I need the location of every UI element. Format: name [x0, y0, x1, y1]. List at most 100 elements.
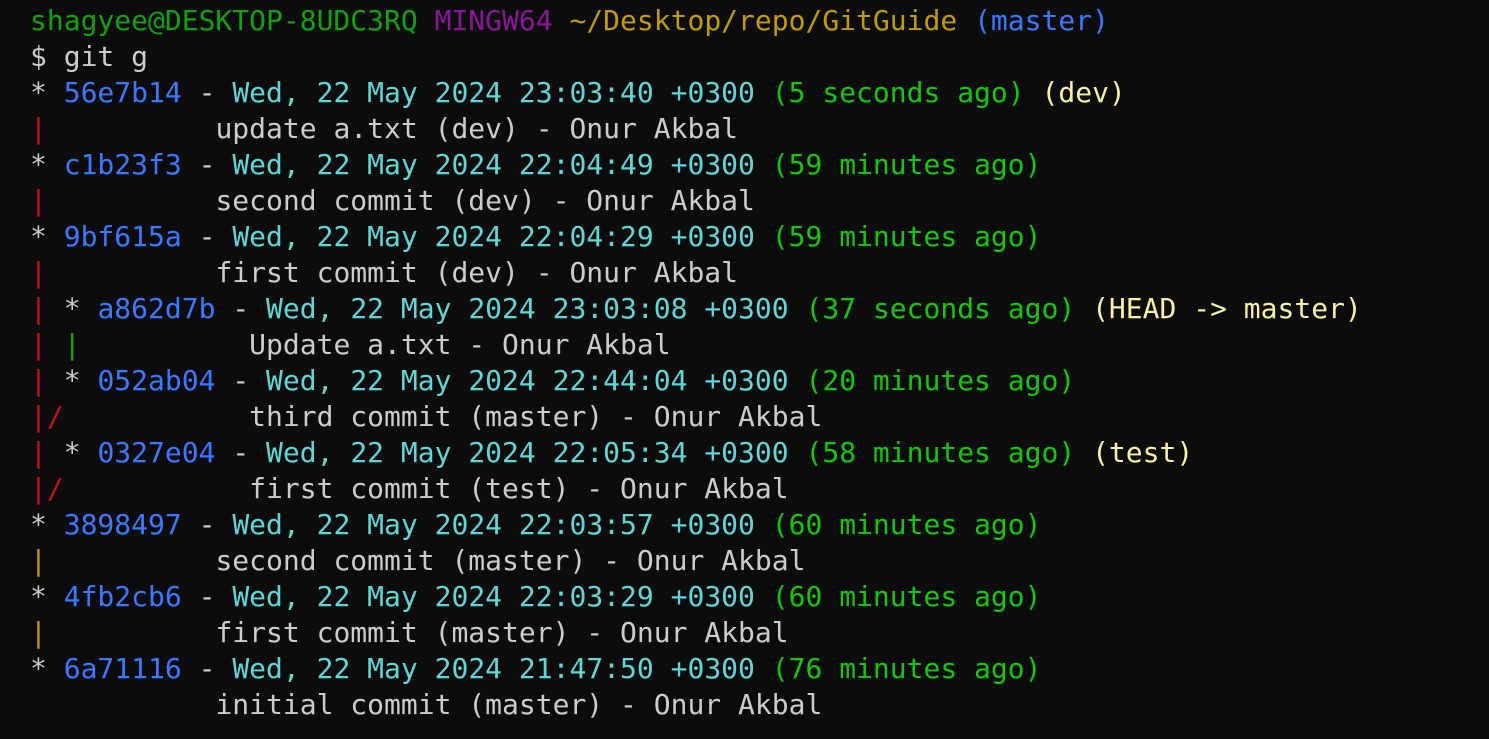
separator-dash: -: [198, 148, 216, 181]
commit-date: Wed, 22 May 2024 22:04:49 +0300: [232, 148, 755, 181]
terminal-screen[interactable]: shagyee@DESKTOP-8UDC3RQ MINGW64 ~/Deskto…: [30, 3, 1480, 723]
commit-relative-time: (37 seconds ago): [805, 292, 1076, 325]
prompt-shell: MINGW64: [434, 4, 553, 37]
command-text[interactable]: git g: [64, 40, 148, 73]
terminal-window[interactable]: shagyee@DESKTOP-8UDC3RQ MINGW64 ~/Deskto…: [0, 0, 1489, 739]
log-commit-line: | * 0327e04 - Wed, 22 May 2024 22:05:34 …: [30, 435, 1480, 471]
separator-dash: -: [232, 364, 250, 397]
commit-date: Wed, 22 May 2024 23:03:08 +0300: [266, 292, 789, 325]
log-message-line: | first commit (dev) - Onur Akbal: [30, 255, 1480, 291]
log-message-line: | second commit (master) - Onur Akbal: [30, 543, 1480, 579]
log-commit-line: | * a862d7b - Wed, 22 May 2024 23:03:08 …: [30, 291, 1480, 327]
log-commit-line: * 6a71116 - Wed, 22 May 2024 21:47:50 +0…: [30, 651, 1480, 687]
separator-dash: -: [198, 220, 216, 253]
commit-date: Wed, 22 May 2024 22:03:29 +0300: [232, 580, 755, 613]
graph-star: *: [63, 292, 81, 325]
separator-dash: -: [198, 76, 216, 109]
separator-dash: -: [232, 292, 250, 325]
commit-relative-time: (60 minutes ago): [771, 508, 1042, 541]
commit-message: third commit (master) - Onur Akbal: [249, 400, 823, 433]
command-line[interactable]: $ git g: [30, 39, 1480, 75]
graph-pipe: |: [30, 472, 47, 505]
graph-pipe: |: [30, 364, 47, 397]
commit-refs: (test): [1092, 436, 1194, 469]
log-message-line: initial commit (master) - Onur Akbal: [30, 687, 1480, 723]
commit-message: second commit (dev) - Onur Akbal: [215, 184, 755, 217]
graph-pipe: |: [30, 436, 47, 469]
log-message-line: | first commit (master) - Onur Akbal: [30, 615, 1480, 651]
graph-pipe: |: [63, 328, 81, 361]
log-commit-line: * 3898497 - Wed, 22 May 2024 22:03:57 +0…: [30, 507, 1480, 543]
graph-pipe: |: [30, 292, 47, 325]
commit-hash: 4fb2cb6: [63, 580, 182, 613]
commit-message: initial commit (master) - Onur Akbal: [215, 688, 823, 721]
commit-date: Wed, 22 May 2024 22:44:04 +0300: [266, 364, 789, 397]
commit-date: Wed, 22 May 2024 22:04:29 +0300: [232, 220, 755, 253]
commit-hash: 052ab04: [97, 364, 216, 397]
commit-relative-time: (5 seconds ago): [771, 76, 1025, 109]
graph-pipe: |: [30, 184, 47, 217]
graph-star: *: [30, 652, 47, 685]
prompt-path: ~/Desktop/repo/GitGuide: [569, 4, 958, 37]
log-message-line: | update a.txt (dev) - Onur Akbal: [30, 111, 1480, 147]
commit-relative-time: (59 minutes ago): [771, 220, 1042, 253]
separator-dash: -: [198, 652, 216, 685]
log-message-line: |/ third commit (master) - Onur Akbal: [30, 399, 1480, 435]
commit-message: Update a.txt - Onur Akbal: [249, 328, 671, 361]
commit-hash: 0327e04: [97, 436, 216, 469]
graph-pipe: |: [30, 616, 47, 649]
graph-slash: /: [46, 400, 64, 433]
commit-hash: c1b23f3: [63, 148, 182, 181]
commit-relative-time: (59 minutes ago): [771, 148, 1042, 181]
log-message-line: |/ first commit (test) - Onur Akbal: [30, 471, 1480, 507]
commit-refs: (dev): [1041, 76, 1126, 109]
graph-star: *: [63, 364, 81, 397]
commit-message: first commit (master) - Onur Akbal: [215, 616, 789, 649]
commit-relative-time: (20 minutes ago): [805, 364, 1076, 397]
commit-hash: 56e7b14: [63, 76, 182, 109]
commit-date: Wed, 22 May 2024 23:03:40 +0300: [232, 76, 755, 109]
log-commit-line: * 9bf615a - Wed, 22 May 2024 22:04:29 +0…: [30, 219, 1480, 255]
left-edge: [0, 0, 28, 739]
commit-date: Wed, 22 May 2024 21:47:50 +0300: [232, 652, 755, 685]
graph-pipe: |: [30, 544, 47, 577]
log-commit-line: * c1b23f3 - Wed, 22 May 2024 22:04:49 +0…: [30, 147, 1480, 183]
commit-message: first commit (dev) - Onur Akbal: [215, 256, 739, 289]
graph-star: *: [30, 76, 47, 109]
graph-star: *: [30, 580, 47, 613]
log-message-line: | | Update a.txt - Onur Akbal: [30, 327, 1480, 363]
graph-slash: /: [46, 472, 64, 505]
prompt-user-host: shagyee@DESKTOP-8UDC3RQ: [30, 4, 418, 37]
commit-hash: 3898497: [63, 508, 182, 541]
commit-message: second commit (master) - Onur Akbal: [215, 544, 806, 577]
graph-pipe: |: [30, 328, 47, 361]
graph-pipe: |: [30, 400, 47, 433]
graph-pipe: |: [30, 256, 47, 289]
commit-relative-time: (60 minutes ago): [771, 580, 1042, 613]
commit-date: Wed, 22 May 2024 22:05:34 +0300: [266, 436, 789, 469]
commit-relative-time: (58 minutes ago): [805, 436, 1076, 469]
graph-star: *: [30, 508, 47, 541]
separator-dash: -: [198, 580, 216, 613]
commit-hash: 6a71116: [63, 652, 182, 685]
commit-relative-time: (76 minutes ago): [771, 652, 1042, 685]
commit-hash: 9bf615a: [63, 220, 182, 253]
log-message-line: | second commit (dev) - Onur Akbal: [30, 183, 1480, 219]
commit-message: update a.txt (dev) - Onur Akbal: [215, 112, 739, 145]
commit-hash: a862d7b: [97, 292, 216, 325]
prompt-branch: (master): [974, 4, 1109, 37]
graph-star: *: [30, 148, 47, 181]
graph-star: *: [30, 220, 47, 253]
commit-message: first commit (test) - Onur Akbal: [249, 472, 789, 505]
graph-star: *: [63, 436, 81, 469]
prompt-symbol: $: [30, 40, 47, 73]
separator-dash: -: [232, 436, 250, 469]
commit-date: Wed, 22 May 2024 22:03:57 +0300: [232, 508, 755, 541]
prompt-line: shagyee@DESKTOP-8UDC3RQ MINGW64 ~/Deskto…: [30, 3, 1480, 39]
log-commit-line: | * 052ab04 - Wed, 22 May 2024 22:44:04 …: [30, 363, 1480, 399]
graph-pipe: |: [30, 112, 47, 145]
separator-dash: -: [198, 508, 216, 541]
log-commit-line: * 4fb2cb6 - Wed, 22 May 2024 22:03:29 +0…: [30, 579, 1480, 615]
commit-refs: (HEAD -> master): [1092, 292, 1362, 325]
log-commit-line: * 56e7b14 - Wed, 22 May 2024 23:03:40 +0…: [30, 75, 1480, 111]
